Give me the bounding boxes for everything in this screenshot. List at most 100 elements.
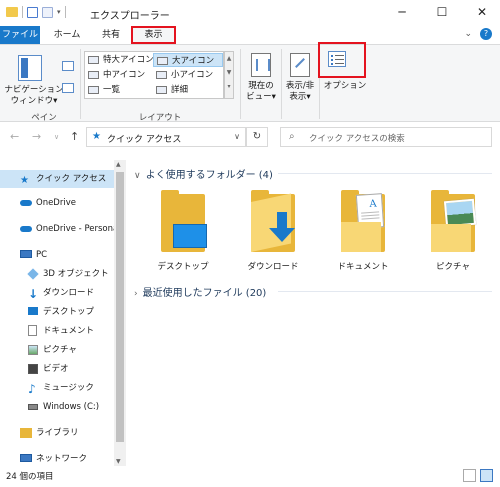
recent-locations-button[interactable]: ∨ [54,133,59,141]
cloud-icon [20,200,32,206]
details-pane-icon[interactable] [62,83,74,93]
options-button[interactable]: オプション [319,79,371,91]
layout-extra-large[interactable]: 特大アイコン [85,53,154,67]
quick-access-toolbar: ▾ [6,6,66,18]
address-bar[interactable]: ★ クイック アクセス ∨ [86,127,246,147]
picture-icon [443,198,477,228]
folder-icon: A [339,188,387,254]
sidebar-item-pc[interactable]: PC [0,246,114,264]
sidebar-item-pictures[interactable]: ピクチャ [0,341,114,359]
large-icons-icon [157,57,168,65]
show-hide-button[interactable]: 表示/非 表示▾ [282,51,318,103]
forward-button[interactable]: → [32,130,41,143]
minimize-button[interactable]: ─ [392,4,412,20]
up-button[interactable]: ↑ [70,130,79,143]
chevron-right-icon[interactable]: › [134,289,138,299]
folder-item-downloads[interactable]: ダウンロード [236,188,310,278]
navigation-pane-button[interactable]: ナビゲーション ウィンドウ▾ [4,85,64,107]
address-row: ← → ∨ ↑ ★ クイック アクセス ∨ ↻ ⌕ クイック アクセスの検索 [0,124,500,150]
refresh-button[interactable]: ↻ [246,127,268,147]
computer-icon [20,250,32,258]
sidebar-item-quick-access[interactable]: ★ クイック アクセス [0,170,114,188]
divider [278,291,492,292]
tab-file[interactable]: ファイル [0,26,40,44]
sidebar-item-desktop[interactable]: デスクトップ [0,303,114,321]
layout-details[interactable]: 詳細 [153,83,223,97]
scroll-up-icon[interactable]: ▲ [116,161,121,168]
close-button[interactable]: ✕ [472,4,492,20]
content-pane: ∨ よく使用するフォルダー (4) デスクトップ ダウンロード A ドキュメント… [128,160,500,466]
current-view-button[interactable]: 現在の ビュー▾ [243,51,279,103]
sidebar-item-videos[interactable]: ビデオ [0,360,114,378]
layout-list[interactable]: 一覧 [85,83,153,97]
sidebar-item-library[interactable]: ライブラリ [0,424,114,442]
music-note-icon: ♪ [28,382,36,396]
back-button[interactable]: ← [10,130,19,143]
star-icon: ★ [20,175,29,186]
folder-item-pictures[interactable]: ピクチャ [416,188,490,278]
layout-gallery: 特大アイコン 大アイコン 中アイコン 小アイコン 一覧 詳細 [84,51,224,99]
layout-group-label: レイアウト [138,113,182,123]
sidebar-item-onedrive[interactable]: OneDrive [0,194,114,212]
layout-medium[interactable]: 中アイコン [85,68,153,82]
chevron-down-icon[interactable]: ∨ [134,171,141,181]
drive-icon [28,404,38,410]
folder-icon [6,7,18,17]
sidebar-item-downloads[interactable]: ↓ ダウンロード [0,284,114,302]
item-count: 24 個の項目 [6,472,54,482]
network-icon [20,454,32,462]
details-icon [156,86,167,94]
extra-large-icons-icon [88,56,99,64]
layout-small[interactable]: 小アイコン [153,68,223,82]
folder-icon [249,188,297,254]
divider [240,49,241,119]
section-frequent-folders[interactable]: ∨ よく使用するフォルダー (4) [134,166,273,181]
picture-icon [28,345,38,355]
divider [80,49,81,119]
chevron-down-icon[interactable]: ⌄ [464,29,472,39]
folder-item-documents[interactable]: A ドキュメント [326,188,400,278]
ribbon-tabs: ファイル ホーム 共有 表示 ⌄ ? [0,26,500,44]
layout-scroll[interactable]: ▲ ▼ ▾ [224,51,234,99]
scroll-down-icon[interactable]: ▼ [116,458,121,465]
scrollbar-thumb[interactable] [116,172,124,442]
options-icon[interactable] [328,51,346,67]
customize-qat-icon[interactable]: ▾ [57,8,61,16]
divider [64,6,66,18]
large-icons-view-icon[interactable] [480,469,493,482]
small-icons-icon [156,71,167,79]
folder-item-desktop[interactable]: デスクトップ [146,188,220,278]
tab-share[interactable]: 共有 [94,26,128,44]
sidebar-item-onedrive-personal[interactable]: OneDrive - Persona [0,220,114,238]
search-input[interactable]: ⌕ クイック アクセスの検索 [280,127,492,147]
properties-icon[interactable] [27,6,38,18]
medium-icons-icon [88,71,99,79]
show-hide-icon [290,53,310,77]
download-arrow-icon: ↓ [28,287,39,301]
new-folder-icon[interactable] [42,6,53,18]
ribbon: ナビゲーション ウィンドウ▾ ペイン 特大アイコン 大アイコン 中アイコン 小ア… [0,44,500,123]
layout-large[interactable]: 大アイコン [153,53,223,67]
section-recent-files[interactable]: › 最近使用したファイル (20) [134,284,266,299]
sidebar-item-3d-objects[interactable]: 3D オブジェクト [0,265,114,283]
navigation-pane-icon[interactable] [18,55,42,81]
search-placeholder: クイック アクセスの検索 [309,134,405,144]
sidebar-item-windows-c[interactable]: Windows (C:) [0,398,114,416]
sidebar-item-network[interactable]: ネットワーク [0,450,114,466]
sidebar-item-music[interactable]: ♪ ミュージック [0,379,114,397]
preview-pane-icon[interactable] [62,61,74,71]
cube-icon [27,268,39,280]
tab-view[interactable]: 表示 [131,26,176,44]
divider [22,6,23,18]
help-icon[interactable]: ? [480,28,492,40]
chevron-down-icon[interactable]: ∨ [234,132,240,141]
search-icon: ⌕ [289,131,295,142]
tab-home[interactable]: ホーム [50,26,84,44]
sidebar-scrollbar[interactable]: ▲ ▼ [114,160,126,466]
details-view-icon[interactable] [463,469,476,482]
divider [278,173,492,174]
desktop-icon [173,224,207,248]
list-icon [88,86,99,94]
sidebar-item-documents[interactable]: ドキュメント [0,322,114,340]
maximize-button[interactable]: ☐ [432,4,452,20]
